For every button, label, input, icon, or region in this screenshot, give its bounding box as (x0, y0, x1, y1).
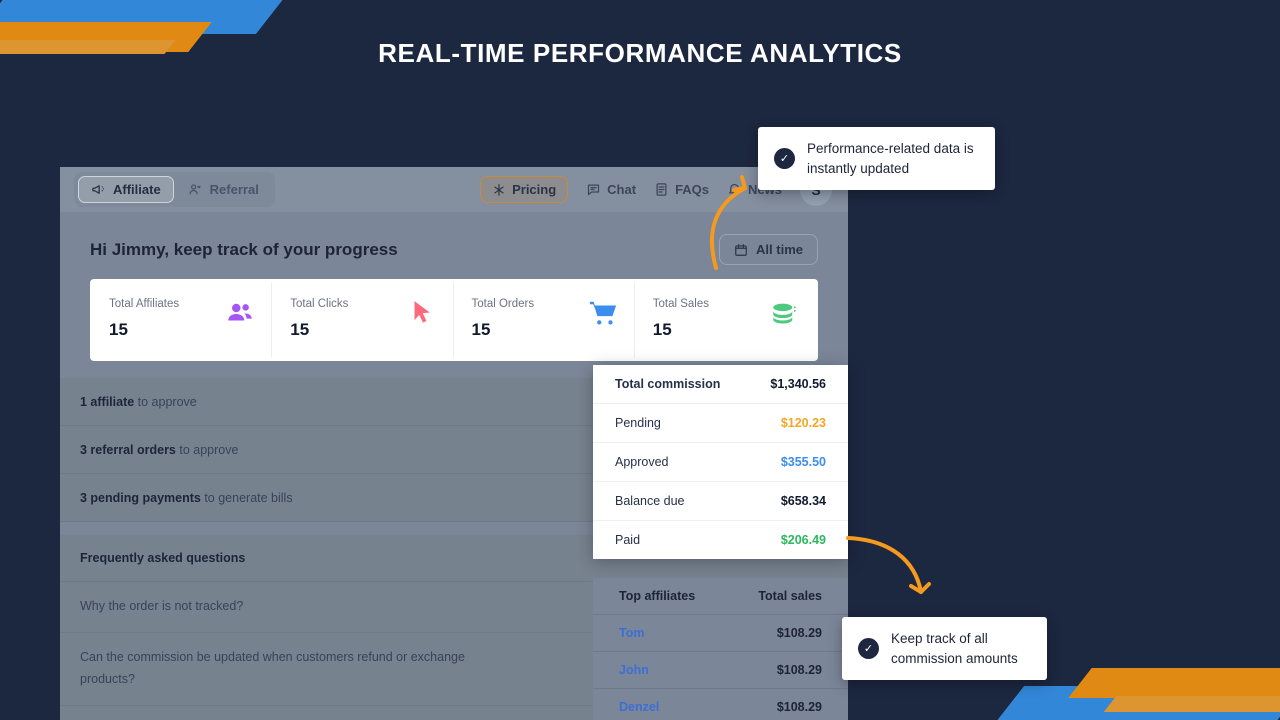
stat-card-total-sales[interactable]: Total Sales 15 (636, 282, 815, 358)
column-header-sales: Total sales (758, 589, 822, 603)
stat-label: Total Clicks (290, 298, 349, 310)
stat-card-total-clicks[interactable]: Total Clicks 15 (274, 282, 454, 358)
affiliate-sales: $108.29 (776, 663, 822, 677)
greeting-text: Hi Jimmy, keep track of your progress (90, 239, 398, 259)
commission-value: $120.23 (780, 416, 826, 430)
task-highlight: 3 referral orders (80, 442, 176, 457)
date-filter-label: All time (756, 242, 803, 257)
nav-item-faqs[interactable]: FAQs (654, 182, 709, 197)
bottom-right-orange-ribbon-shade (1103, 696, 1280, 712)
stat-card-total-orders[interactable]: Total Orders 15 (455, 282, 635, 358)
nav-tab-group: Affiliate Referral (74, 172, 275, 207)
arrow-head-bottom (909, 582, 931, 594)
sparkle-icon (494, 183, 504, 196)
nav-item-pricing-label: Pricing (512, 182, 557, 197)
commission-label: Total commission (615, 377, 721, 391)
commission-value: $1,340.56 (770, 377, 826, 391)
megaphone-icon (92, 185, 105, 194)
affiliate-name[interactable]: Tom (619, 626, 644, 640)
stat-value: 15 (290, 320, 310, 339)
faq-question: Can the commission be updated when custo… (80, 649, 465, 686)
stat-label: Total Affiliates (109, 298, 180, 310)
stat-label: Total Sales (652, 298, 710, 310)
affiliate-sales: $108.29 (776, 626, 822, 640)
table-row[interactable]: Denzel $108.29 (593, 689, 848, 720)
commission-value: $658.34 (780, 494, 826, 508)
callout-commission-tracking: ✓ Keep track of all commission amounts (842, 617, 1047, 681)
bell-icon (729, 183, 740, 197)
task-text: 3 pending payments to generate bills (80, 491, 293, 505)
document-icon (656, 183, 667, 196)
chat-bubble-icon (588, 184, 600, 196)
top-affiliates-table: Top affiliates Total sales Tom $108.29 J… (593, 578, 848, 720)
callout-text: Keep track of all commission amounts (891, 631, 1018, 666)
stat-value: 15 (471, 320, 491, 339)
column-header-affiliate: Top affiliates (619, 589, 696, 603)
cursor-icon (414, 301, 430, 323)
affiliate-sales: $108.29 (776, 700, 822, 714)
commission-row-paid: Paid $206.49 (593, 521, 848, 559)
coins-icon (773, 303, 797, 324)
person-heart-icon (189, 184, 201, 195)
commission-summary-panel: Total commission $1,340.56 Pending $120.… (593, 365, 848, 559)
affiliate-name[interactable]: Denzel (619, 700, 659, 714)
faq-question: Why the order is not tracked? (80, 599, 244, 613)
stat-cards: Total Affiliates 15 Total Clicks 15 Tota… (90, 279, 818, 361)
task-rest: to approve (134, 394, 197, 409)
check-circle-icon: ✓ (858, 638, 879, 660)
date-filter-button[interactable]: All time (719, 234, 818, 265)
commission-label: Paid (615, 533, 641, 547)
table-header-row: Top affiliates Total sales (593, 578, 848, 615)
nav-tab-referral[interactable]: Referral (176, 177, 271, 202)
page-title: REAL-TIME PERFORMANCE ANALYTICS (378, 38, 902, 68)
stat-card-total-affiliates[interactable]: Total Affiliates 15 (93, 282, 273, 358)
check-circle-icon: ✓ (774, 148, 795, 170)
commission-label: Pending (615, 416, 661, 430)
table-row[interactable]: John $108.29 (593, 652, 848, 689)
calendar-icon (735, 243, 747, 256)
people-icon (228, 303, 252, 321)
commission-value: $206.49 (780, 533, 826, 547)
commission-row-approved: Approved $355.50 (593, 443, 848, 482)
task-rest: to generate bills (200, 490, 293, 505)
nav-item-faqs-label: FAQs (675, 182, 710, 197)
nav-item-chat[interactable]: Chat (586, 182, 636, 197)
app-navbar: Affiliate Referral Pricing Chat FAQs (60, 167, 848, 212)
callout-performance-data: ✓ Performance-related data is instantly … (758, 127, 995, 191)
task-highlight: 3 pending payments (80, 490, 201, 505)
bottom-right-orange-ribbon (1068, 668, 1280, 698)
app-body: Hi Jimmy, keep track of your progress Al… (60, 212, 848, 361)
callout-text: Performance-related data is instantly up… (807, 141, 974, 176)
nav-tab-affiliate-label: Affiliate (113, 182, 161, 197)
commission-row-pending: Pending $120.23 (593, 404, 848, 443)
commission-row-total: Total commission $1,340.56 (593, 365, 848, 404)
stat-label: Total Orders (471, 298, 535, 310)
nav-tab-referral-label: Referral (209, 182, 259, 197)
commission-label: Approved (615, 455, 669, 469)
nav-tab-affiliate[interactable]: Affiliate (78, 176, 174, 203)
stat-value: 15 (652, 320, 672, 339)
task-rest: to approve (175, 442, 239, 457)
affiliate-name[interactable]: John (619, 663, 649, 677)
commission-value: $355.50 (780, 455, 826, 469)
task-text: 3 referral orders to approve (80, 443, 238, 457)
commission-row-balance-due: Balance due $658.34 (593, 482, 848, 521)
task-highlight: 1 affiliate (80, 394, 135, 409)
greeting-row: Hi Jimmy, keep track of your progress Al… (90, 212, 818, 279)
commission-label: Balance due (615, 494, 685, 508)
nav-item-pricing[interactable]: Pricing (480, 176, 569, 203)
stat-value: 15 (109, 320, 128, 339)
table-row[interactable]: Tom $108.29 (593, 615, 848, 652)
nav-item-chat-label: Chat (607, 182, 637, 197)
arrow-to-bottom-callout (846, 536, 923, 594)
shopping-cart-icon (589, 301, 616, 325)
task-text: 1 affiliate to approve (80, 395, 197, 409)
